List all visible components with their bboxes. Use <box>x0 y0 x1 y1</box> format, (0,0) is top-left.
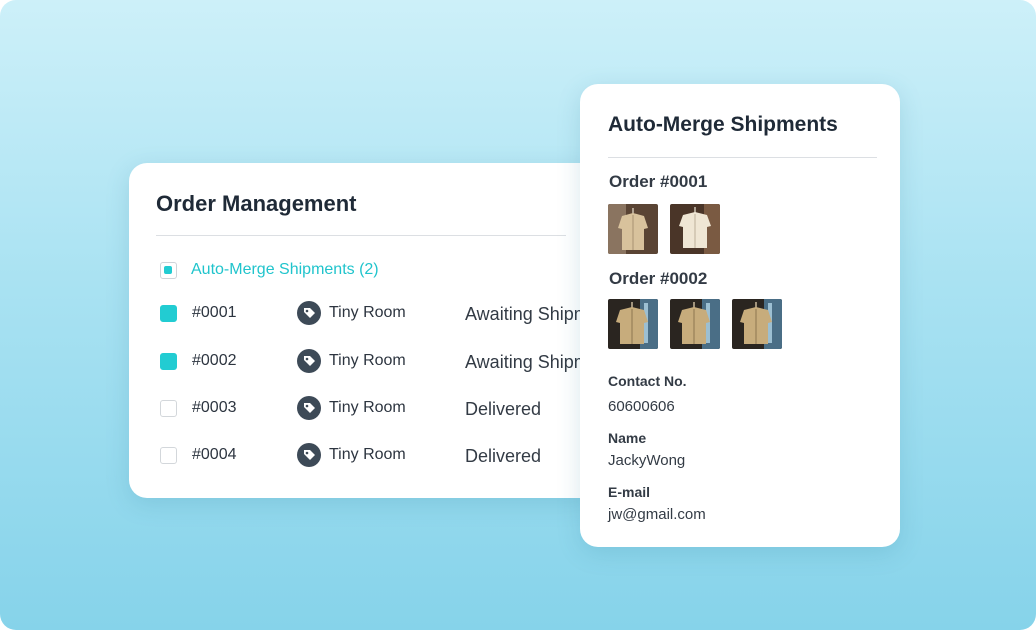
order-id: #0002 <box>192 352 237 369</box>
name-value: JackyWong <box>608 452 686 469</box>
store-name: Tiny Room <box>329 352 406 369</box>
divider <box>156 235 566 236</box>
order-id: #0003 <box>192 399 237 416</box>
name-label: Name <box>608 430 647 446</box>
order-row[interactable]: #0001 Tiny Room Awaiting Shipment <box>160 299 599 329</box>
order-row[interactable]: #0004 Tiny Room Delivered <box>160 441 599 471</box>
store-cell: Tiny Room <box>297 443 406 467</box>
order-heading: Order #0002 <box>609 269 708 288</box>
contact-label: Contact No. <box>608 373 687 389</box>
product-thumbnail[interactable] <box>670 204 720 254</box>
price-tag-icon <box>297 301 321 325</box>
product-thumbnail[interactable] <box>670 299 720 349</box>
auto-merge-card: Auto-Merge Shipments Order #0001 Order #… <box>580 84 900 547</box>
order-row[interactable]: #0003 Tiny Room Delivered <box>160 394 599 424</box>
order-id: #0001 <box>192 304 237 321</box>
contact-value: 60600606 <box>608 398 675 415</box>
store-name: Tiny Room <box>329 446 406 463</box>
auto-merge-title: Auto-Merge Shipments <box>608 113 838 136</box>
store-cell: Tiny Room <box>297 301 406 325</box>
price-tag-icon <box>297 349 321 373</box>
row-checkbox[interactable] <box>160 353 177 370</box>
order-row[interactable]: #0002 Tiny Room Awaiting Shipment <box>160 347 599 377</box>
order-heading: Order #0001 <box>609 172 708 191</box>
auto-merge-group-label[interactable]: Auto-Merge Shipments (2) <box>191 261 379 279</box>
order-management-title: Order Management <box>156 191 357 216</box>
background: Order Management Auto-Merge Shipments (2… <box>0 0 1036 630</box>
email-label: E-mail <box>608 484 651 500</box>
divider <box>608 157 877 158</box>
row-checkbox[interactable] <box>160 305 177 322</box>
row-checkbox[interactable] <box>160 400 177 417</box>
order-id: #0004 <box>192 446 237 463</box>
order-thumbnails <box>608 299 782 349</box>
order-status: Awaiting Shipment <box>465 352 599 372</box>
order-thumbnails <box>608 204 720 254</box>
store-cell: Tiny Room <box>297 396 406 420</box>
auto-merge-group[interactable]: Auto-Merge Shipments (2) <box>160 261 379 279</box>
product-thumbnail[interactable] <box>608 299 658 349</box>
group-checkbox[interactable] <box>160 261 177 279</box>
product-thumbnail[interactable] <box>732 299 782 349</box>
order-status: Delivered <box>465 399 542 419</box>
store-name: Tiny Room <box>329 304 406 321</box>
row-checkbox[interactable] <box>160 447 177 464</box>
store-cell: Tiny Room <box>297 349 406 373</box>
price-tag-icon <box>297 443 321 467</box>
order-status: Awaiting Shipment <box>465 304 599 324</box>
price-tag-icon <box>297 396 321 420</box>
order-management-card: Order Management Auto-Merge Shipments (2… <box>129 163 599 498</box>
store-name: Tiny Room <box>329 399 406 416</box>
product-thumbnail[interactable] <box>608 204 658 254</box>
email-value: jw@gmail.com <box>608 506 706 523</box>
order-status: Delivered <box>465 446 542 466</box>
